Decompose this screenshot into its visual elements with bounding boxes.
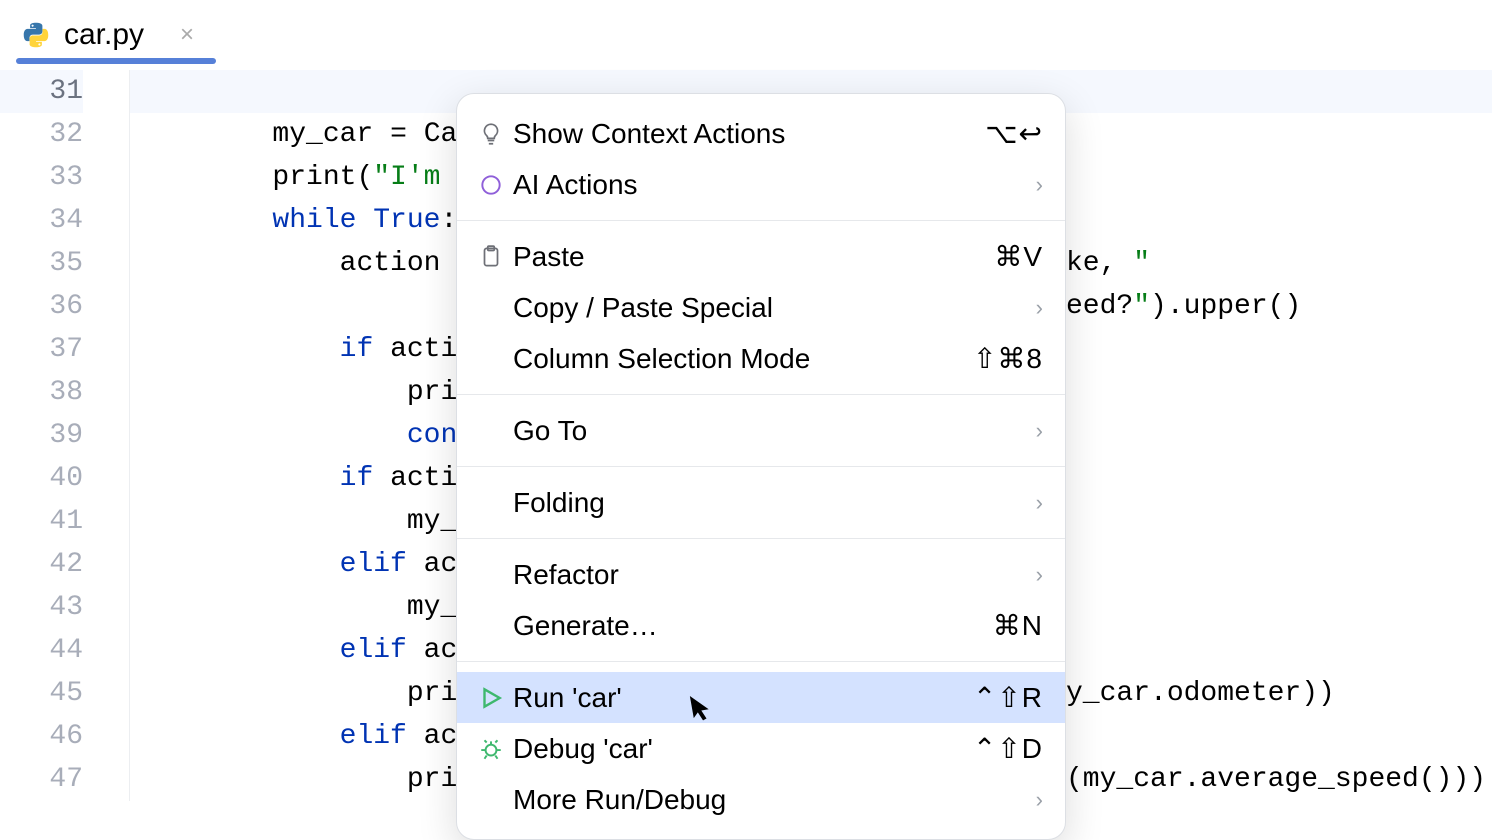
menu-shortcut: ⌘V — [994, 240, 1043, 273]
menu-label: AI Actions — [513, 169, 1036, 201]
line-number: 43 — [0, 586, 83, 629]
menu-label: Debug 'car' — [513, 733, 973, 765]
tab-bar: car.py × — [0, 0, 1492, 70]
context-menu: Show Context Actions⌥↩AI Actions›Paste⌘V… — [456, 93, 1066, 840]
menu-item-refactor[interactable]: Refactor› — [457, 549, 1065, 600]
menu-item-generate[interactable]: Generate…⌘N — [457, 600, 1065, 651]
menu-item-more-run-debug[interactable]: More Run/Debug› — [457, 774, 1065, 825]
menu-shortcut: ⇧⌘8 — [973, 342, 1043, 375]
menu-shortcut: ⌃⇧D — [973, 732, 1043, 765]
menu-shortcut: ⌃⇧R — [973, 681, 1043, 714]
menu-item-folding[interactable]: Folding› — [457, 477, 1065, 528]
chevron-right-icon: › — [1036, 295, 1043, 321]
menu-label: Show Context Actions — [513, 118, 985, 150]
menu-label: Column Selection Mode — [513, 343, 973, 375]
menu-label: Refactor — [513, 559, 1036, 591]
menu-label: Run 'car' — [513, 682, 973, 714]
menu-item-column-selection-mode[interactable]: Column Selection Mode⇧⌘8 — [457, 333, 1065, 384]
chevron-right-icon: › — [1036, 562, 1043, 588]
line-number: 41 — [0, 500, 83, 543]
menu-item-go-to[interactable]: Go To› — [457, 405, 1065, 456]
line-number: 42 — [0, 543, 83, 586]
menu-label: Folding — [513, 487, 1036, 519]
menu-shortcut: ⌥↩ — [985, 117, 1043, 150]
line-number: 40 — [0, 457, 83, 500]
menu-label: Generate… — [513, 610, 993, 642]
menu-label: More Run/Debug — [513, 784, 1036, 816]
menu-label: Go To — [513, 415, 1036, 447]
python-icon — [20, 19, 52, 51]
line-number: 37 — [0, 328, 83, 371]
menu-label: Copy / Paste Special — [513, 292, 1036, 324]
close-icon[interactable]: × — [180, 21, 194, 49]
menu-separator — [457, 466, 1065, 467]
chevron-right-icon: › — [1036, 787, 1043, 813]
menu-separator — [457, 394, 1065, 395]
line-number: 33 — [0, 156, 83, 199]
ai-icon — [473, 172, 509, 198]
line-number: 44 — [0, 629, 83, 672]
chevron-right-icon: › — [1036, 490, 1043, 516]
tab-underline — [16, 58, 216, 64]
paste-icon — [473, 244, 509, 270]
menu-separator — [457, 661, 1065, 662]
line-number: 47 — [0, 758, 83, 801]
chevron-right-icon: › — [1036, 172, 1043, 198]
menu-separator — [457, 220, 1065, 221]
line-number: 45 — [0, 672, 83, 715]
line-number: 46 — [0, 715, 83, 758]
menu-item-paste[interactable]: Paste⌘V — [457, 231, 1065, 282]
menu-item-copy-paste-special[interactable]: Copy / Paste Special› — [457, 282, 1065, 333]
menu-label: Paste — [513, 241, 994, 273]
menu-item-ai-actions[interactable]: AI Actions› — [457, 159, 1065, 210]
debug-icon — [473, 736, 509, 762]
line-number: 31 — [0, 70, 83, 113]
line-number: 32 — [0, 113, 83, 156]
line-number: 39 — [0, 414, 83, 457]
line-number-gutter: 3132333435363738394041424344454647 — [0, 70, 130, 801]
menu-item-run-car[interactable]: Run 'car'⌃⇧R — [457, 672, 1065, 723]
menu-shortcut: ⌘N — [993, 609, 1043, 642]
line-number: 35 — [0, 242, 83, 285]
menu-item-debug-car[interactable]: Debug 'car'⌃⇧D — [457, 723, 1065, 774]
tab-filename: car.py — [64, 18, 144, 52]
editor-tab[interactable]: car.py × — [16, 10, 198, 60]
menu-item-show-context-actions[interactable]: Show Context Actions⌥↩ — [457, 108, 1065, 159]
bulb-icon — [473, 121, 509, 147]
line-number: 34 — [0, 199, 83, 242]
chevron-right-icon: › — [1036, 418, 1043, 444]
run-icon — [473, 685, 509, 711]
line-number: 36 — [0, 285, 83, 328]
menu-separator — [457, 538, 1065, 539]
line-number: 38 — [0, 371, 83, 414]
